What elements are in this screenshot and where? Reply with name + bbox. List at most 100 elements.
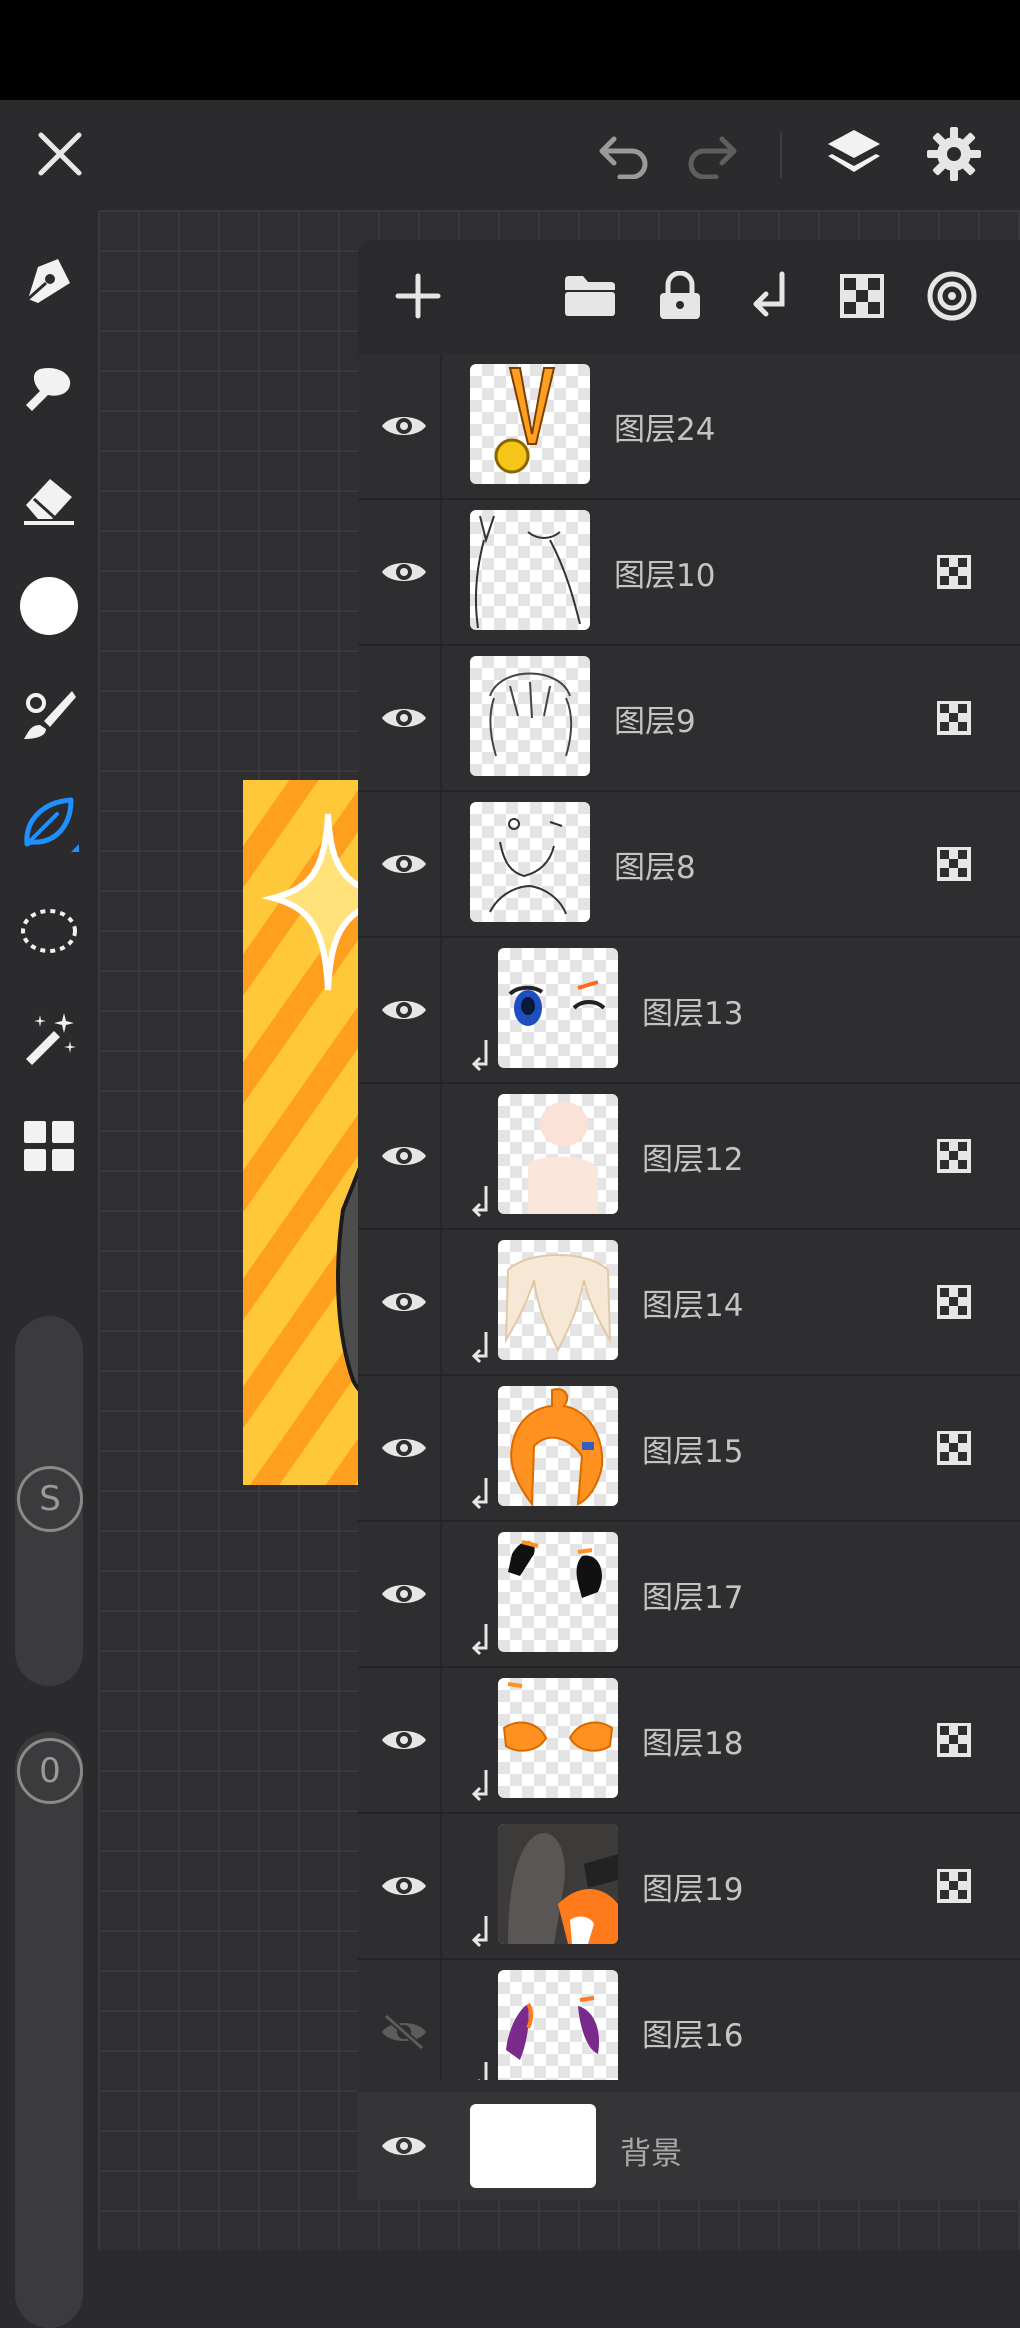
eye-icon [382,1439,426,1457]
layer-row[interactable]: 图层19 [358,1814,1020,1960]
eye-icon [382,1877,426,1895]
visibility-toggle[interactable] [372,1854,436,1918]
visibility-toggle[interactable] [372,394,436,458]
brush-tool[interactable] [15,680,83,748]
layer-thumbnail [498,1970,618,2080]
layer-thumbnail [498,948,618,1068]
layer-row[interactable]: 图层16 [358,1960,1020,2080]
pen-tool[interactable] [15,248,83,316]
smudge-tool[interactable] [15,356,83,424]
leaf-tool[interactable] [15,788,83,856]
layer-row[interactable]: 图层10 [358,500,1020,646]
visibility-toggle[interactable] [372,1124,436,1188]
layer-thumbnail [498,1386,618,1506]
eye-icon [382,709,426,727]
visibility-toggle[interactable] [372,1416,436,1480]
eraser-tool[interactable] [15,464,83,532]
layer-thumbnail [498,1240,618,1360]
visibility-toggle[interactable] [372,1708,436,1772]
color-picker-button[interactable] [15,572,83,640]
more-tools-button[interactable] [15,1112,83,1180]
eye-icon [382,1147,426,1165]
settings-button[interactable] [920,120,988,188]
row-separator [440,646,442,790]
layer-thumbnail [470,656,590,776]
layer-row[interactable]: 图层14 [358,1230,1020,1376]
layer-row[interactable]: 图层13 [358,938,1020,1084]
layer-thumbnail [470,802,590,922]
visibility-toggle[interactable] [372,2114,436,2178]
lasso-tool[interactable] [15,896,83,964]
layer-row[interactable]: 图层18 [358,1668,1020,1814]
clip-icon [753,271,785,317]
layer-row[interactable]: 图层15 [358,1376,1020,1522]
layer-row[interactable]: 图层9 [358,646,1020,792]
magic-wand-tool[interactable] [15,1004,83,1072]
lock-icon [660,271,700,319]
grid-menu-icon [24,1121,74,1171]
leaf-tool-icon [24,797,79,852]
layer-row[interactable]: 图层24 [358,354,1020,500]
layer-thumbnail [498,1678,618,1798]
alpha-icon [840,274,884,318]
new-folder-button[interactable] [558,264,622,328]
lock-layer-button[interactable] [648,264,712,328]
top-bar-divider [780,132,782,178]
eye-icon [382,563,426,581]
row-separator [440,1668,442,1812]
layers-toolbar [358,240,1020,354]
settings-icon [927,127,981,181]
opacity-knob[interactable]: 0 [17,1738,83,1804]
row-separator [440,354,442,498]
clip-arrow-icon [471,1624,488,1656]
close-button[interactable] [28,122,92,186]
alpha-lock-icon [937,701,971,735]
layers-panel: 图层24 图层10 图层9 图层8 图层13 图层12 图层14 图层15 图层… [358,240,1020,2200]
add-layer-icon [395,273,441,319]
layer-name: 图层18 [642,1726,744,1762]
alpha-lock-icon [937,1869,971,1903]
alpha-lock-button[interactable] [830,264,894,328]
background-layer-row[interactable]: 背景 [358,2092,1020,2200]
eye-icon [382,1731,426,1749]
layers-button[interactable] [820,120,888,188]
visibility-toggle[interactable] [372,832,436,896]
layer-name: 图层15 [642,1434,744,1470]
clip-arrow-icon [471,1770,488,1802]
layer-row[interactable]: 图层17 [358,1522,1020,1668]
clip-arrow-icon [471,1332,488,1364]
pen-icon [27,259,70,303]
layer-name: 图层16 [642,2018,744,2054]
clipping-mask-button[interactable] [738,264,802,328]
brush-size-slider[interactable]: S [15,1316,83,1686]
visibility-toggle[interactable] [372,540,436,604]
clip-arrow-icon [471,1186,488,1218]
close-icon [38,132,82,176]
layer-name: 图层8 [614,850,696,886]
layer-row[interactable]: 图层12 [358,1084,1020,1230]
layer-list: 图层24 图层10 图层9 图层8 图层13 图层12 图层14 图层15 图层… [358,354,1020,2080]
visibility-toggle[interactable] [372,978,436,1042]
eye-icon [382,417,426,435]
visibility-toggle[interactable] [372,2000,436,2064]
undo-button[interactable] [592,122,656,186]
alpha-lock-icon [937,847,971,881]
clip-arrow-icon [471,1040,488,1072]
layer-thumbnail [498,1532,618,1652]
blend-mode-button[interactable] [920,264,984,328]
visibility-toggle[interactable] [372,686,436,750]
layer-thumbnail [498,1094,618,1214]
row-separator [440,1230,442,1374]
visibility-toggle[interactable] [372,1562,436,1626]
eye-icon [382,1585,426,1603]
visibility-toggle[interactable] [372,1270,436,1334]
add-layer-button[interactable] [386,264,450,328]
row-separator [440,1376,442,1520]
layer-row[interactable]: 图层8 [358,792,1020,938]
opacity-slider[interactable]: 0 [15,1732,83,2328]
clip-arrow-icon [471,1916,488,1948]
brush-size-knob[interactable]: S [17,1466,83,1532]
folder-icon [565,276,615,316]
redo-button[interactable] [680,122,744,186]
alpha-lock-icon [937,1723,971,1757]
